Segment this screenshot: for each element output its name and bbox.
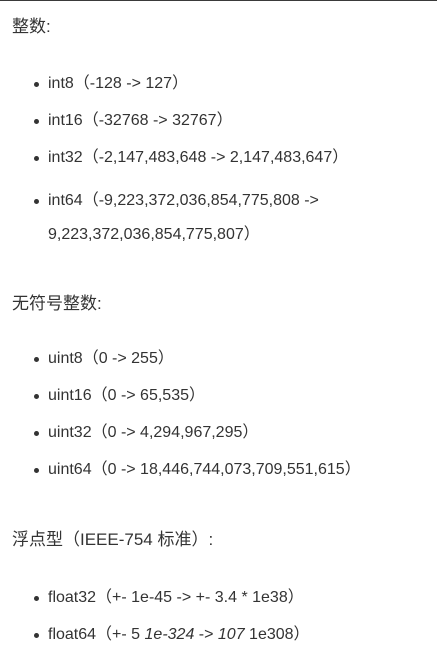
top-border (0, 0, 437, 1)
bullet-icon (34, 82, 39, 87)
bullet-icon (34, 199, 39, 204)
bullet-icon (34, 394, 39, 399)
unsigned-list: uint8（0 -> 255） uint16（0 -> 65,535） uint… (12, 348, 432, 496)
list-item: uint8（0 -> 255） (12, 348, 432, 385)
floats-heading: 浮点型（IEEE-754 标准）: (12, 530, 214, 549)
list-item: int8（-128 -> 127） (12, 73, 432, 110)
bullet-icon (34, 431, 39, 436)
list-item: uint16（0 -> 65,535） (12, 385, 432, 422)
list-item: uint32（0 -> 4,294,967,295） (12, 422, 432, 459)
bullet-icon (34, 119, 39, 124)
list-item: int64（-9,223,372,036,854,775,808 -> 9,22… (12, 184, 432, 255)
integers-heading: 整数: (12, 17, 51, 36)
list-item: uint64（0 -> 18,446,744,073,709,551,615） (12, 459, 432, 496)
bullet-icon (34, 357, 39, 362)
integers-list: int8（-128 -> 127） int16（-32768 -> 32767）… (12, 73, 432, 255)
list-item: float32（+- 1e-45 -> +- 3.4 * 1e38） (12, 587, 432, 624)
list-item: int32（-2,147,483,648 -> 2,147,483,647） (12, 147, 432, 184)
floats-list: float32（+- 1e-45 -> +- 3.4 * 1e38） float… (12, 587, 432, 661)
unsigned-heading: 无符号整数: (12, 294, 102, 313)
bullet-icon (34, 156, 39, 161)
bullet-icon (34, 596, 39, 601)
list-item: float64（+- 5 1e-324 -> 107 1e308） (12, 624, 432, 661)
bullet-icon (34, 633, 39, 638)
bullet-icon (34, 468, 39, 473)
list-item: int16（-32768 -> 32767） (12, 110, 432, 147)
